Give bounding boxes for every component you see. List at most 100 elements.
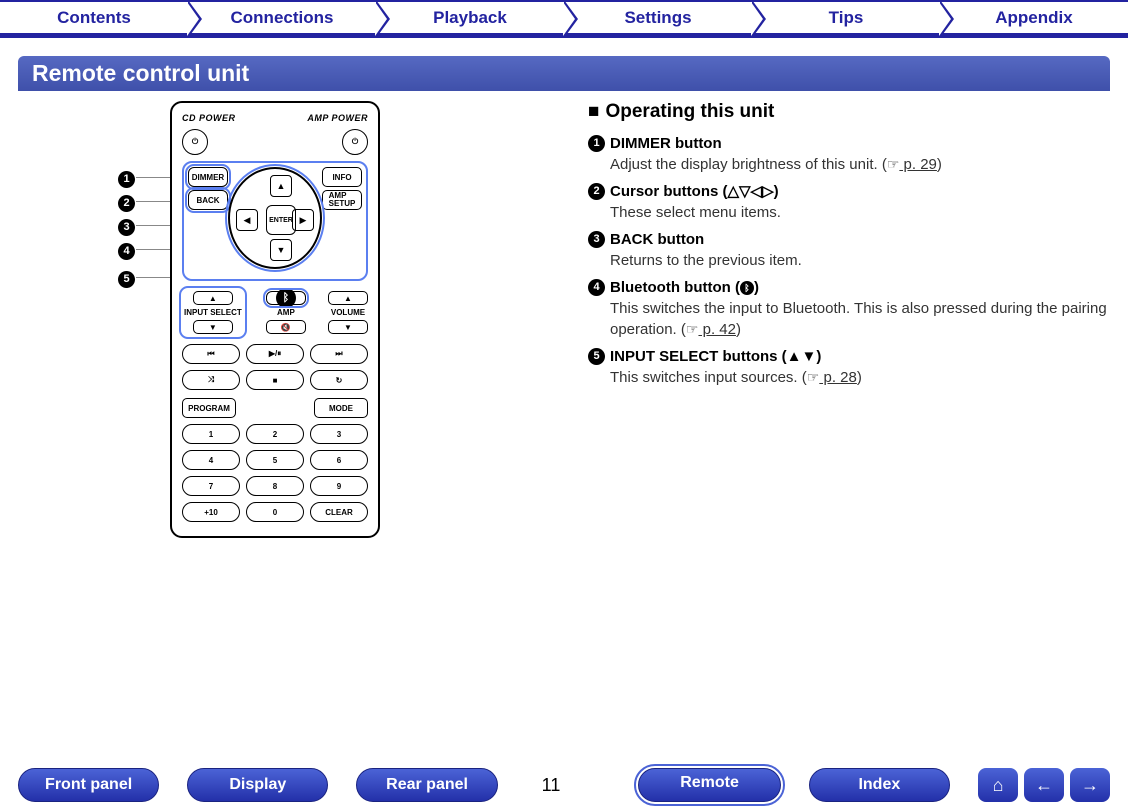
clear-button: CLEAR — [310, 502, 368, 522]
dpad: ▲ ▼ ◀ ▶ ENTER — [228, 167, 322, 269]
tab-tips[interactable]: Tips — [752, 0, 940, 35]
item-title: Cursor buttons (△▽◁▷) — [610, 181, 779, 202]
callout-line — [136, 249, 170, 250]
input-select-label: INPUT SELECT — [184, 308, 242, 317]
amp-power-label: AMP POWER — [307, 113, 368, 123]
bluetooth-button: ᛒ — [266, 291, 306, 305]
nav-index[interactable]: Index — [809, 768, 950, 802]
back-button: BACK — [188, 190, 228, 210]
item-2: 2 Cursor buttons (△▽◁▷) These select menu… — [588, 181, 1110, 223]
dimmer-button: DIMMER — [188, 167, 228, 187]
cursor-left: ◀ — [236, 209, 258, 231]
play-pause-button: ▶/⏸ — [246, 344, 304, 364]
item-after: ) — [937, 156, 942, 173]
item-num: 1 — [588, 135, 605, 152]
item-after: ) — [736, 321, 741, 338]
volume-down: ▼ — [328, 320, 368, 334]
callout-line — [136, 277, 170, 278]
item-title: Bluetooth button (ᛒ) — [610, 277, 759, 298]
volume-up: ▲ — [328, 291, 368, 305]
tab-playback[interactable]: Playback — [376, 0, 564, 35]
page-title: Remote control unit — [18, 56, 1110, 91]
remote-body: CD POWER AMP POWER ⏻ ⏻ DIMMER BACK ▲ — [170, 101, 380, 538]
item-num: 5 — [588, 348, 605, 365]
enter-button: ENTER — [266, 205, 296, 235]
item-desc: This switches the input to Bluetooth. Th… — [610, 300, 1107, 338]
num-5: 5 — [246, 450, 304, 470]
item-title: BACK button — [610, 229, 704, 250]
pointer-icon: ☞ — [807, 369, 820, 385]
tab-connections[interactable]: Connections — [188, 0, 376, 35]
volume-label: VOLUME — [331, 308, 365, 317]
cd-power-button: ⏻ — [182, 129, 208, 155]
item-title: INPUT SELECT buttons (▲▼) — [610, 346, 821, 367]
item-num: 3 — [588, 231, 605, 248]
page-ref-link[interactable]: p. 28 — [819, 369, 857, 386]
nav-front-panel[interactable]: Front panel — [18, 768, 159, 802]
callout-line — [136, 201, 170, 202]
num-4: 4 — [182, 450, 240, 470]
program-button: PROGRAM — [182, 398, 236, 418]
num-6: 6 — [310, 450, 368, 470]
cursor-down: ▼ — [270, 239, 292, 261]
callout-4: 4 — [118, 241, 140, 260]
stop-button: ■ — [246, 370, 304, 390]
nav-display[interactable]: Display — [187, 768, 328, 802]
tab-settings[interactable]: Settings — [564, 0, 752, 35]
nav-remote[interactable]: Remote — [638, 768, 780, 802]
callout-line — [136, 225, 170, 226]
item-after: ) — [857, 369, 862, 386]
mute-button: 🔇 — [266, 320, 306, 334]
callout-3: 3 — [118, 217, 140, 236]
num-8: 8 — [246, 476, 304, 496]
callout-2: 2 — [118, 193, 140, 212]
amp-power-button: ⏻ — [342, 129, 368, 155]
item-desc: Returns to the previous item. — [610, 250, 1110, 271]
mode-button: MODE — [314, 398, 368, 418]
item-title: DIMMER button — [610, 133, 722, 154]
item-desc: This switches input sources. ( — [610, 369, 807, 386]
shuffle-button: ⤨ — [182, 370, 240, 390]
next-page-icon[interactable]: → — [1070, 768, 1110, 802]
amp-setup-button: AMP SETUP — [322, 190, 362, 210]
pointer-icon: ☞ — [887, 156, 900, 172]
num-2: 2 — [246, 424, 304, 444]
input-select-down: ▼ — [193, 320, 233, 334]
prev-page-icon[interactable]: ← — [1024, 768, 1064, 802]
item-num: 2 — [588, 183, 605, 200]
item-4: 4 Bluetooth button (ᛒ) This switches the … — [588, 277, 1110, 340]
plus10-button: +10 — [182, 502, 240, 522]
main-content: 1 2 3 4 5 CD POWER AMP POWER ⏻ ⏻ — [0, 101, 1128, 538]
callout-5: 5 — [118, 269, 140, 288]
prev-track-button: ⏮ — [182, 344, 240, 364]
description-column: ■Operating this unit 1 DIMMER button Adju… — [578, 101, 1110, 538]
bluetooth-icon: ᛒ — [740, 281, 754, 295]
tab-contents[interactable]: Contents — [0, 0, 188, 35]
amp-label: AMP — [277, 308, 295, 317]
page-ref-link[interactable]: p. 42 — [698, 321, 736, 338]
input-select-up: ▲ — [193, 291, 233, 305]
bottom-nav: Front panel Display Rear panel 11 Remote… — [0, 768, 1128, 802]
section-heading: ■Operating this unit — [588, 101, 1110, 123]
pointer-icon: ☞ — [686, 321, 699, 337]
item-desc: Adjust the display brightness of this un… — [610, 156, 887, 173]
page-ref-link[interactable]: p. 29 — [899, 156, 937, 173]
callout-line — [136, 177, 170, 178]
remote-illustration-column: 1 2 3 4 5 CD POWER AMP POWER ⏻ ⏻ — [18, 101, 578, 538]
tab-appendix[interactable]: Appendix — [940, 0, 1128, 35]
num-3: 3 — [310, 424, 368, 444]
item-desc: These select menu items. — [610, 202, 1110, 223]
top-nav: Contents Connections Playback Settings T… — [0, 0, 1128, 38]
num-7: 7 — [182, 476, 240, 496]
cursor-up: ▲ — [270, 175, 292, 197]
item-num: 4 — [588, 279, 605, 296]
item-5: 5 INPUT SELECT buttons (▲▼) This switches… — [588, 346, 1110, 388]
page-number: 11 — [542, 775, 561, 796]
num-0: 0 — [246, 502, 304, 522]
item-1: 1 DIMMER button Adjust the display bright… — [588, 133, 1110, 175]
home-icon[interactable]: ⌂ — [978, 768, 1018, 802]
info-button: INFO — [322, 167, 362, 187]
callout-1: 1 — [118, 169, 140, 188]
num-1: 1 — [182, 424, 240, 444]
nav-rear-panel[interactable]: Rear panel — [356, 768, 497, 802]
